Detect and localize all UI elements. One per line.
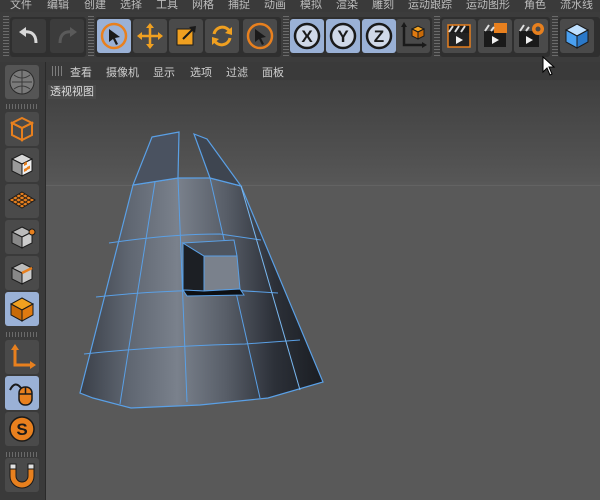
menu-animate[interactable]: 动画	[264, 0, 286, 12]
scale-icon	[176, 26, 196, 46]
mouse-cursor-icon	[542, 56, 556, 76]
tweak-mode-button[interactable]	[5, 376, 39, 410]
model-cube-icon	[9, 116, 35, 142]
viewport-menu-cameras[interactable]: 摄像机	[106, 64, 139, 80]
menu-edit[interactable]: 编辑	[47, 0, 69, 12]
make-editable-icon	[9, 69, 35, 95]
workplane-grid-icon	[8, 191, 36, 209]
menu-create[interactable]: 创建	[84, 0, 106, 12]
menu-sculpt[interactable]: 雕刻	[372, 0, 394, 12]
cube-icon	[564, 23, 590, 49]
render-group	[440, 17, 550, 57]
undo-icon	[19, 27, 38, 44]
polygons-cube-icon	[9, 297, 35, 322]
axis-l-icon	[11, 344, 36, 369]
svg-text:S: S	[16, 420, 27, 439]
viewport-grip-icon[interactable]	[52, 66, 62, 76]
undo-button[interactable]	[12, 19, 46, 53]
cube-button[interactable]	[560, 19, 594, 53]
render-settings-button[interactable]	[514, 19, 548, 53]
selection-arrow-icon	[100, 22, 128, 50]
points-mode-button[interactable]	[5, 220, 39, 254]
snapping-button[interactable]: S	[5, 412, 39, 446]
create-object-group	[558, 17, 600, 57]
clapboard-gear-icon	[519, 23, 544, 47]
viewport-menu-filter[interactable]: 过滤	[226, 64, 248, 80]
redo-button[interactable]	[50, 19, 84, 53]
menu-tools[interactable]: 工具	[156, 0, 178, 12]
y-axis-icon: Y	[329, 22, 357, 50]
menu-character[interactable]: 角色	[524, 0, 546, 12]
z-axis-button[interactable]: Z	[362, 19, 396, 53]
palette-grip[interactable]	[6, 104, 38, 109]
make-editable-button[interactable]	[5, 65, 39, 99]
menu-snap[interactable]: 捕捉	[228, 0, 250, 12]
edges-cube-icon	[10, 262, 34, 285]
coordinate-system-icon	[401, 22, 427, 48]
tweak-mouse-icon	[9, 383, 33, 406]
svg-text:Y: Y	[337, 27, 349, 46]
undo-redo-group	[10, 17, 86, 57]
palette-grip[interactable]	[6, 452, 38, 457]
clapboard-icon	[484, 23, 507, 47]
clapboard-icon	[447, 24, 471, 48]
menu-simulate[interactable]: 模拟	[300, 0, 322, 12]
toolbar-grip[interactable]	[283, 16, 289, 56]
edges-mode-button[interactable]	[5, 256, 39, 290]
x-axis-button[interactable]: X	[290, 19, 324, 53]
viewport-menu-bar: 查看 摄像机 显示 选项 过滤 面板	[46, 62, 600, 80]
texture-mode-button[interactable]	[5, 148, 39, 182]
viewport-menu-options[interactable]: 选项	[190, 64, 212, 80]
redo-icon	[58, 27, 77, 44]
axis-mode-button[interactable]	[5, 340, 39, 374]
rotate-icon	[212, 25, 232, 47]
menu-pipeline[interactable]: 流水线	[560, 0, 593, 12]
hole-bottom	[182, 288, 245, 297]
render-view-button[interactable]	[442, 19, 476, 53]
polygons-mode-button[interactable]	[5, 292, 39, 326]
workplane-mode-button[interactable]	[5, 184, 39, 218]
viewport-menu-panel[interactable]: 面板	[262, 64, 284, 80]
magnet-icon	[9, 463, 35, 489]
svg-text:Z: Z	[374, 27, 384, 46]
menu-render[interactable]: 渲染	[336, 0, 358, 12]
move-button[interactable]	[133, 19, 167, 53]
scale-button[interactable]	[169, 19, 203, 53]
svg-text:X: X	[301, 27, 313, 46]
menu-file[interactable]: 文件	[10, 0, 32, 12]
y-axis-button[interactable]: Y	[326, 19, 360, 53]
magnet-button[interactable]	[5, 458, 39, 492]
points-cube-icon	[10, 226, 36, 249]
z-axis-icon: Z	[365, 22, 393, 50]
hole-inner	[203, 255, 241, 292]
render-to-picture-viewer-button[interactable]	[478, 19, 512, 53]
rotate-button[interactable]	[205, 19, 239, 53]
coordinate-system-button[interactable]	[396, 19, 430, 53]
menu-motion-tracking[interactable]: 运动跟踪	[408, 0, 452, 12]
mode-palette: S	[0, 62, 46, 500]
transform-tools-group	[95, 17, 281, 57]
toolbar-grip[interactable]	[3, 16, 9, 56]
cone-prong-left	[132, 131, 180, 186]
viewport-menu-display[interactable]: 显示	[153, 64, 175, 80]
selection-arrow-icon	[246, 22, 274, 50]
menu-mograph[interactable]: 运动图形	[466, 0, 510, 12]
palette-grip[interactable]	[6, 332, 38, 337]
menu-select[interactable]: 选择	[120, 0, 142, 12]
perspective-viewport[interactable]: 透视视图	[46, 56, 600, 500]
cone-mesh	[79, 131, 324, 409]
move-icon	[137, 23, 163, 49]
toolbar-grip[interactable]	[88, 16, 94, 56]
axis-lock-group: X Y Z	[290, 17, 432, 57]
texture-checker-icon	[10, 153, 34, 177]
menu-mesh[interactable]: 网格	[192, 0, 214, 12]
model-mode-button[interactable]	[5, 112, 39, 146]
viewport-menu-view[interactable]: 查看	[70, 64, 92, 80]
main-toolbar: X Y Z	[0, 12, 600, 63]
live-selection-button[interactable]	[97, 19, 131, 53]
main-menu-bar: 文件 编辑 创建 选择 工具 网格 捕捉 动画 模拟 渲染 雕刻 运动跟踪 运动…	[0, 0, 600, 12]
snap-s-icon: S	[9, 416, 35, 442]
x-axis-icon: X	[293, 22, 321, 50]
recent-tool-button[interactable]	[243, 19, 277, 53]
